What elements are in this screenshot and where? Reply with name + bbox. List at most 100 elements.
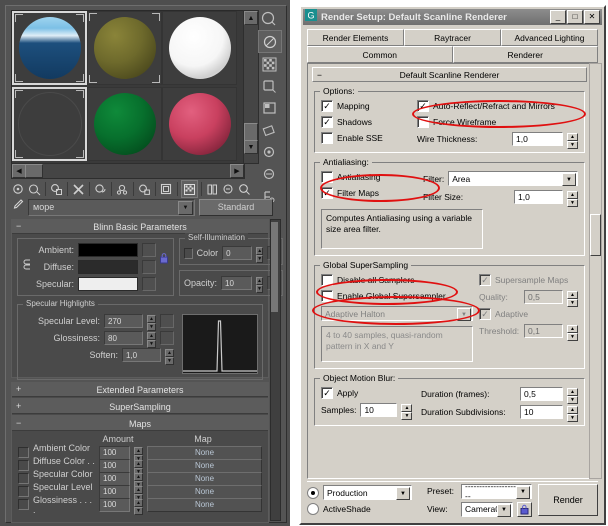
sample-slot-6[interactable] [162, 87, 237, 161]
go-to-parent-icon[interactable] [205, 181, 220, 197]
tab-advanced-lighting[interactable]: Advanced Lighting [501, 29, 598, 46]
slot-horizontal-scrollbar[interactable]: ◀ ▶ [11, 163, 245, 179]
slot-vertical-scrollbar[interactable]: ▲ ▼ [243, 10, 259, 164]
options-icon[interactable] [258, 142, 280, 163]
collapse-icon[interactable]: − [16, 221, 21, 231]
chevron-down-icon[interactable]: ▼ [516, 485, 530, 499]
map-amount-input[interactable]: 100 [99, 484, 130, 499]
make-preview-icon[interactable] [258, 120, 280, 141]
antialiasing-row[interactable]: Antialiasing [321, 171, 423, 183]
tab-render-elements[interactable]: Render Elements [307, 29, 404, 46]
close-button[interactable]: ✕ [584, 10, 600, 24]
filter-size-row[interactable]: Filter Size: 1,0 ▲ ▼ [423, 190, 578, 207]
samples-input[interactable]: 10 [360, 403, 398, 417]
map-amount-spinner[interactable]: ▲ ▼ [134, 498, 143, 515]
get-material-icon[interactable] [11, 181, 26, 197]
default-scanline-renderer-header[interactable]: − Default Scanline Renderer [312, 67, 587, 82]
map-amount-input[interactable]: 100 [99, 445, 130, 460]
soften-input[interactable]: 1,0 [122, 348, 161, 362]
scroll-left-icon[interactable]: ◀ [12, 164, 26, 178]
sample-slot-grid[interactable] [11, 10, 244, 164]
assign-material-icon[interactable] [49, 181, 64, 197]
sample-slot-5[interactable] [87, 87, 162, 161]
extended-parameters-header[interactable]: + Extended Parameters [12, 383, 268, 397]
sample-slot-3[interactable] [162, 11, 237, 85]
map-checkbox[interactable] [18, 473, 29, 484]
threshold-row[interactable]: Threshold: 0,1 ▲ ▼ [479, 324, 578, 341]
samples-spinner[interactable]: ▲ ▼ [401, 404, 413, 420]
map-slot-button[interactable]: None [147, 458, 262, 473]
scroll-thumb[interactable] [244, 123, 258, 141]
lock-view-button[interactable] [517, 501, 532, 517]
self-illum-value-input[interactable]: 0 [222, 246, 253, 260]
enable-global-supersampler-row[interactable]: Enable Global Supersampler [321, 290, 473, 302]
panel-scrollbar[interactable] [589, 63, 602, 479]
disable-all-samplers-row[interactable]: Disable all Samplers [321, 274, 473, 286]
filter-maps-checkbox[interactable]: ✓ [321, 187, 333, 199]
quality-spinner[interactable]: ▲ ▼ [567, 291, 578, 307]
scroll-thumb[interactable] [271, 222, 278, 312]
material-editor-vertical-toolbar[interactable] [258, 8, 282, 203]
background-checker-icon[interactable] [258, 54, 280, 75]
tab-strip[interactable]: Render Elements Raytracer Advanced Light… [307, 29, 598, 63]
specular-color-swatch[interactable] [78, 277, 139, 291]
sample-slot-4[interactable] [12, 87, 87, 161]
show-end-result-icon[interactable] [181, 180, 198, 198]
minimize-button[interactable]: _ [550, 10, 566, 24]
backlight-icon[interactable] [258, 30, 282, 53]
map-slot-button[interactable]: None [147, 497, 262, 512]
map-row-glossiness[interactable]: Glossiness . . . . 100 ▲ ▼ None [18, 495, 262, 515]
diffuse-map-button[interactable] [142, 260, 157, 274]
scroll-thumb[interactable] [590, 214, 601, 256]
tab-raytracer[interactable]: Raytracer [404, 29, 501, 46]
duration-spinner[interactable]: ▲ ▼ [567, 388, 578, 404]
material-type-button[interactable]: Standard [199, 198, 273, 216]
subdivisions-spinner[interactable]: ▲ ▼ [567, 406, 578, 422]
view-select[interactable]: Camera01 ▼ [461, 501, 513, 517]
tab-renderer[interactable]: Renderer [452, 46, 598, 63]
tab-row-1[interactable]: Render Elements Raytracer Advanced Light… [307, 29, 598, 46]
title-bar[interactable]: G Render Setup: Default Scanline Rendere… [303, 9, 602, 25]
force-wireframe-row[interactable]: Force Wireframe [417, 116, 578, 128]
shadows-checkbox[interactable]: ✓ [321, 116, 333, 128]
reset-map-icon[interactable] [71, 181, 86, 197]
apply-row[interactable]: ✓ Apply [321, 387, 421, 399]
map-amount-input[interactable]: 100 [99, 471, 130, 486]
expand-icon[interactable]: + [16, 384, 21, 394]
material-navigator-icon[interactable] [237, 181, 252, 197]
sampler-select[interactable]: Adaptive Halton ▼ [321, 306, 473, 321]
map-checkbox[interactable] [18, 447, 29, 458]
duration-row[interactable]: Duration (frames): 0,5 ▲ ▼ [421, 387, 578, 404]
map-checkbox[interactable] [18, 486, 29, 497]
filter-size-input[interactable]: 1,0 [514, 190, 563, 204]
subdivisions-row[interactable]: Duration Subdivisions: 10 ▲ ▼ [421, 405, 578, 422]
shadows-row[interactable]: ✓ Shadows [321, 116, 417, 128]
map-amount-spinner[interactable]: ▲ ▼ [134, 472, 143, 489]
specular-level-input[interactable]: 270 [104, 314, 143, 328]
wire-thickness-spinner[interactable]: ▲ ▼ [567, 133, 578, 149]
supersample-maps-row[interactable]: ✓ Supersample Maps [479, 274, 578, 286]
production-radio[interactable] [307, 486, 319, 499]
put-to-library-icon[interactable] [137, 181, 152, 197]
put-material-to-scene-icon[interactable] [27, 181, 42, 197]
enable-sse-row[interactable]: Enable SSE [321, 132, 417, 144]
apply-checkbox[interactable]: ✓ [321, 387, 333, 399]
go-forward-sibling-icon[interactable] [221, 181, 236, 197]
material-name-input[interactable]: море ▼ [28, 198, 195, 216]
enable-global-supersampler-checkbox[interactable] [321, 290, 333, 302]
adaptive-checkbox[interactable]: ✓ [479, 308, 491, 320]
force-wireframe-checkbox[interactable] [417, 116, 429, 128]
wire-thickness-row[interactable]: Wire Thickness: 1,0 ▲ ▼ [417, 132, 578, 149]
scroll-right-icon[interactable]: ▶ [230, 164, 244, 178]
ambient-map-button[interactable] [142, 243, 157, 257]
glossiness-spinner[interactable]: ▲ ▼ [147, 332, 156, 348]
map-amount-spinner[interactable]: ▲ ▼ [134, 485, 143, 502]
chevron-down-icon[interactable]: ▼ [562, 173, 576, 186]
tab-row-2[interactable]: Common Renderer [307, 46, 598, 63]
auto-reflect-checkbox[interactable]: ✓ [417, 100, 429, 112]
glossiness-map-button[interactable] [160, 331, 174, 345]
glossiness-input[interactable]: 80 [104, 331, 143, 345]
scroll-thumb[interactable] [25, 164, 43, 178]
wire-thickness-input[interactable]: 1,0 [512, 132, 563, 146]
parameters-scrollbar[interactable] [270, 219, 281, 521]
